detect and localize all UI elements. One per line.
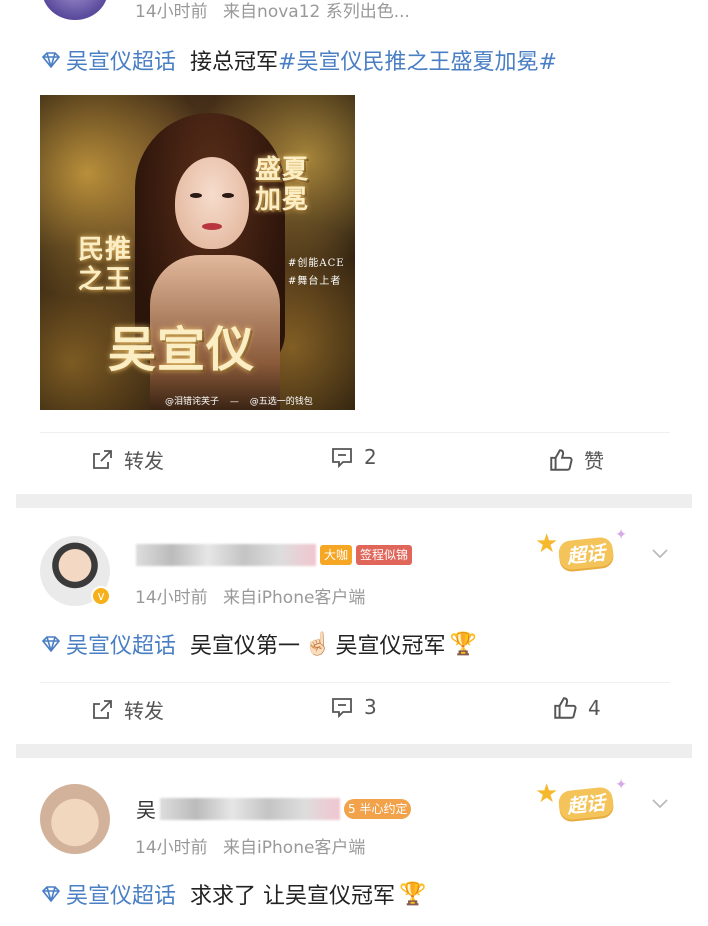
post-meta: 14小时前 来自iPhone客户端 bbox=[135, 583, 365, 608]
post-text: 吴宣仪第一 bbox=[190, 634, 301, 659]
poster-credit-1: @泪错诧芙子 bbox=[165, 397, 220, 407]
post-2: v 大咖 签程似锦 14小时前 来自iPhone客户端 ★ 超话 ✦ 吴宣仪超话… bbox=[0, 508, 708, 744]
poster-lip bbox=[202, 223, 222, 230]
hashtag-link[interactable]: #吴宣仪民推之王盛夏加冕# bbox=[278, 44, 557, 76]
chevron-down-icon[interactable] bbox=[650, 793, 670, 813]
like-count: 4 bbox=[588, 696, 601, 720]
fan-level: 5 bbox=[348, 801, 356, 816]
like-label: 赞 bbox=[584, 449, 604, 473]
topic-link[interactable]: 吴宣仪超话 bbox=[40, 628, 176, 660]
repost-icon bbox=[93, 699, 112, 719]
post-time: 14小时前 bbox=[135, 838, 208, 858]
sparkle-icon: ✦ bbox=[615, 527, 627, 543]
post-meta: 14小时前 来自iPhone客户端 bbox=[135, 833, 365, 858]
username-blur bbox=[160, 797, 340, 820]
username[interactable]: 吴 5 半心约定 bbox=[136, 794, 412, 823]
post-text: 吴宣仪冠军 bbox=[335, 634, 446, 659]
poster-credit-2: @五选一的钱包 bbox=[249, 397, 313, 407]
poster-small-text-1: #创能ACE bbox=[288, 258, 345, 269]
topic-link[interactable]: 吴宣仪超话 bbox=[40, 44, 176, 76]
avatar[interactable] bbox=[42, 0, 108, 20]
poster-face bbox=[175, 157, 249, 249]
comment-count: 2 bbox=[364, 445, 377, 469]
chaohua-badge[interactable]: ★ 超话 ✦ bbox=[535, 777, 635, 823]
username-text: 吴 bbox=[136, 798, 156, 822]
repost-label: 转发 bbox=[124, 699, 164, 723]
topic-link[interactable]: 吴宣仪超话 bbox=[40, 878, 176, 910]
fan-badge: 5 半心约定 bbox=[344, 798, 412, 819]
fan-badge-label: 半心约定 bbox=[359, 801, 408, 816]
comment-icon bbox=[332, 698, 352, 719]
post-text: 求求了 让吴宣仪冠军 bbox=[190, 884, 396, 909]
post-time: 14小时前 bbox=[135, 2, 208, 22]
repost-label: 转发 bbox=[124, 449, 164, 473]
post-source-label: 来自 bbox=[223, 588, 258, 608]
comment-count: 3 bbox=[364, 695, 377, 719]
poster-summer-text: 盛夏加冕 bbox=[255, 155, 310, 215]
comment-button[interactable]: 2 bbox=[330, 445, 377, 469]
post-content: 吴宣仪超话 吴宣仪第一 ☝🏻 吴宣仪冠军 🏆 bbox=[40, 628, 481, 660]
thumbs-up-icon bbox=[550, 448, 573, 471]
poster-small-text-2: #舞台上者 bbox=[288, 276, 342, 287]
chevron-down-icon[interactable] bbox=[650, 543, 670, 563]
post-meta: 14小时前 来自nova12 系列出色... bbox=[135, 0, 410, 22]
poster-credits: @泪错诧芙子 — @五选一的钱包 bbox=[165, 397, 313, 407]
comment-icon bbox=[332, 448, 352, 469]
topic-label: 吴宣仪超话 bbox=[66, 50, 177, 75]
rank-badge: 大咖 bbox=[320, 545, 353, 565]
poster-eye bbox=[222, 193, 234, 198]
trophy-emoji-icon: 🏆 bbox=[399, 881, 427, 907]
poster-small-text: #创能ACE #舞台上者 bbox=[288, 255, 345, 291]
post-content: 吴宣仪超话 求求了 让吴宣仪冠军 🏆 bbox=[40, 878, 430, 910]
username[interactable]: 大咖 签程似锦 bbox=[136, 544, 413, 566]
trophy-emoji-icon: 🏆 bbox=[449, 631, 477, 657]
repost-button[interactable]: 转发 bbox=[90, 445, 164, 474]
verified-badge-icon: v bbox=[91, 586, 111, 606]
like-button[interactable]: 4 bbox=[552, 695, 601, 721]
star-icon: ★ bbox=[535, 529, 559, 559]
topic-label: 吴宣仪超话 bbox=[66, 884, 177, 909]
topic-label: 吴宣仪超话 bbox=[66, 634, 177, 659]
username-blur bbox=[136, 544, 316, 566]
chaohua-label: 超话 bbox=[557, 786, 615, 821]
chaohua-label: 超话 bbox=[557, 536, 615, 571]
post-actions: 转发 3 4 bbox=[40, 682, 670, 724]
poster-eye bbox=[190, 193, 202, 198]
post-source-label: 来自 bbox=[223, 2, 258, 22]
repost-icon bbox=[93, 449, 112, 469]
poster-king-text: 民推之王 bbox=[78, 235, 133, 295]
diamond-icon bbox=[41, 886, 61, 903]
like-button[interactable]: 赞 bbox=[548, 445, 604, 474]
post-device: iPhone客户端 bbox=[257, 588, 366, 608]
diamond-icon bbox=[41, 636, 61, 653]
post-text: 接总冠军 bbox=[190, 50, 279, 75]
chaohua-badge[interactable]: ★ 超话 ✦ bbox=[535, 527, 635, 573]
post-divider bbox=[16, 744, 692, 758]
post-3: 吴 5 半心约定 14小时前 来自iPhone客户端 ★ 超话 ✦ 吴宣仪超话 … bbox=[0, 758, 708, 926]
comment-button[interactable]: 3 bbox=[330, 695, 377, 719]
post-device: iPhone客户端 bbox=[257, 838, 366, 858]
post-image[interactable]: 民推之王 盛夏加冕 #创能ACE #舞台上者 吴宣仪 @泪错诧芙子 — @五选一… bbox=[40, 95, 355, 410]
poster-name-text: 吴宣仪 bbox=[108, 322, 256, 378]
star-icon: ★ bbox=[535, 779, 559, 809]
thumbs-up-icon bbox=[554, 697, 577, 719]
diamond-icon bbox=[41, 52, 61, 69]
pointing-up-emoji-icon: ☝🏻 bbox=[304, 631, 332, 657]
repost-button[interactable]: 转发 bbox=[90, 695, 164, 724]
post-device: nova12 系列出色... bbox=[257, 2, 410, 22]
post-actions: 转发 2 赞 bbox=[40, 432, 670, 474]
fan-badge: 签程似锦 bbox=[356, 545, 413, 565]
avatar[interactable] bbox=[40, 784, 110, 854]
post-divider bbox=[16, 494, 692, 508]
post-1: 14小时前 来自nova12 系列出色... 吴宣仪超话 接总冠军 #吴宣仪民推之… bbox=[0, 0, 708, 494]
post-content: 吴宣仪超话 接总冠军 #吴宣仪民推之王盛夏加冕# bbox=[40, 44, 557, 76]
sparkle-icon: ✦ bbox=[615, 777, 627, 793]
post-time: 14小时前 bbox=[135, 588, 208, 608]
post-source-label: 来自 bbox=[223, 838, 258, 858]
